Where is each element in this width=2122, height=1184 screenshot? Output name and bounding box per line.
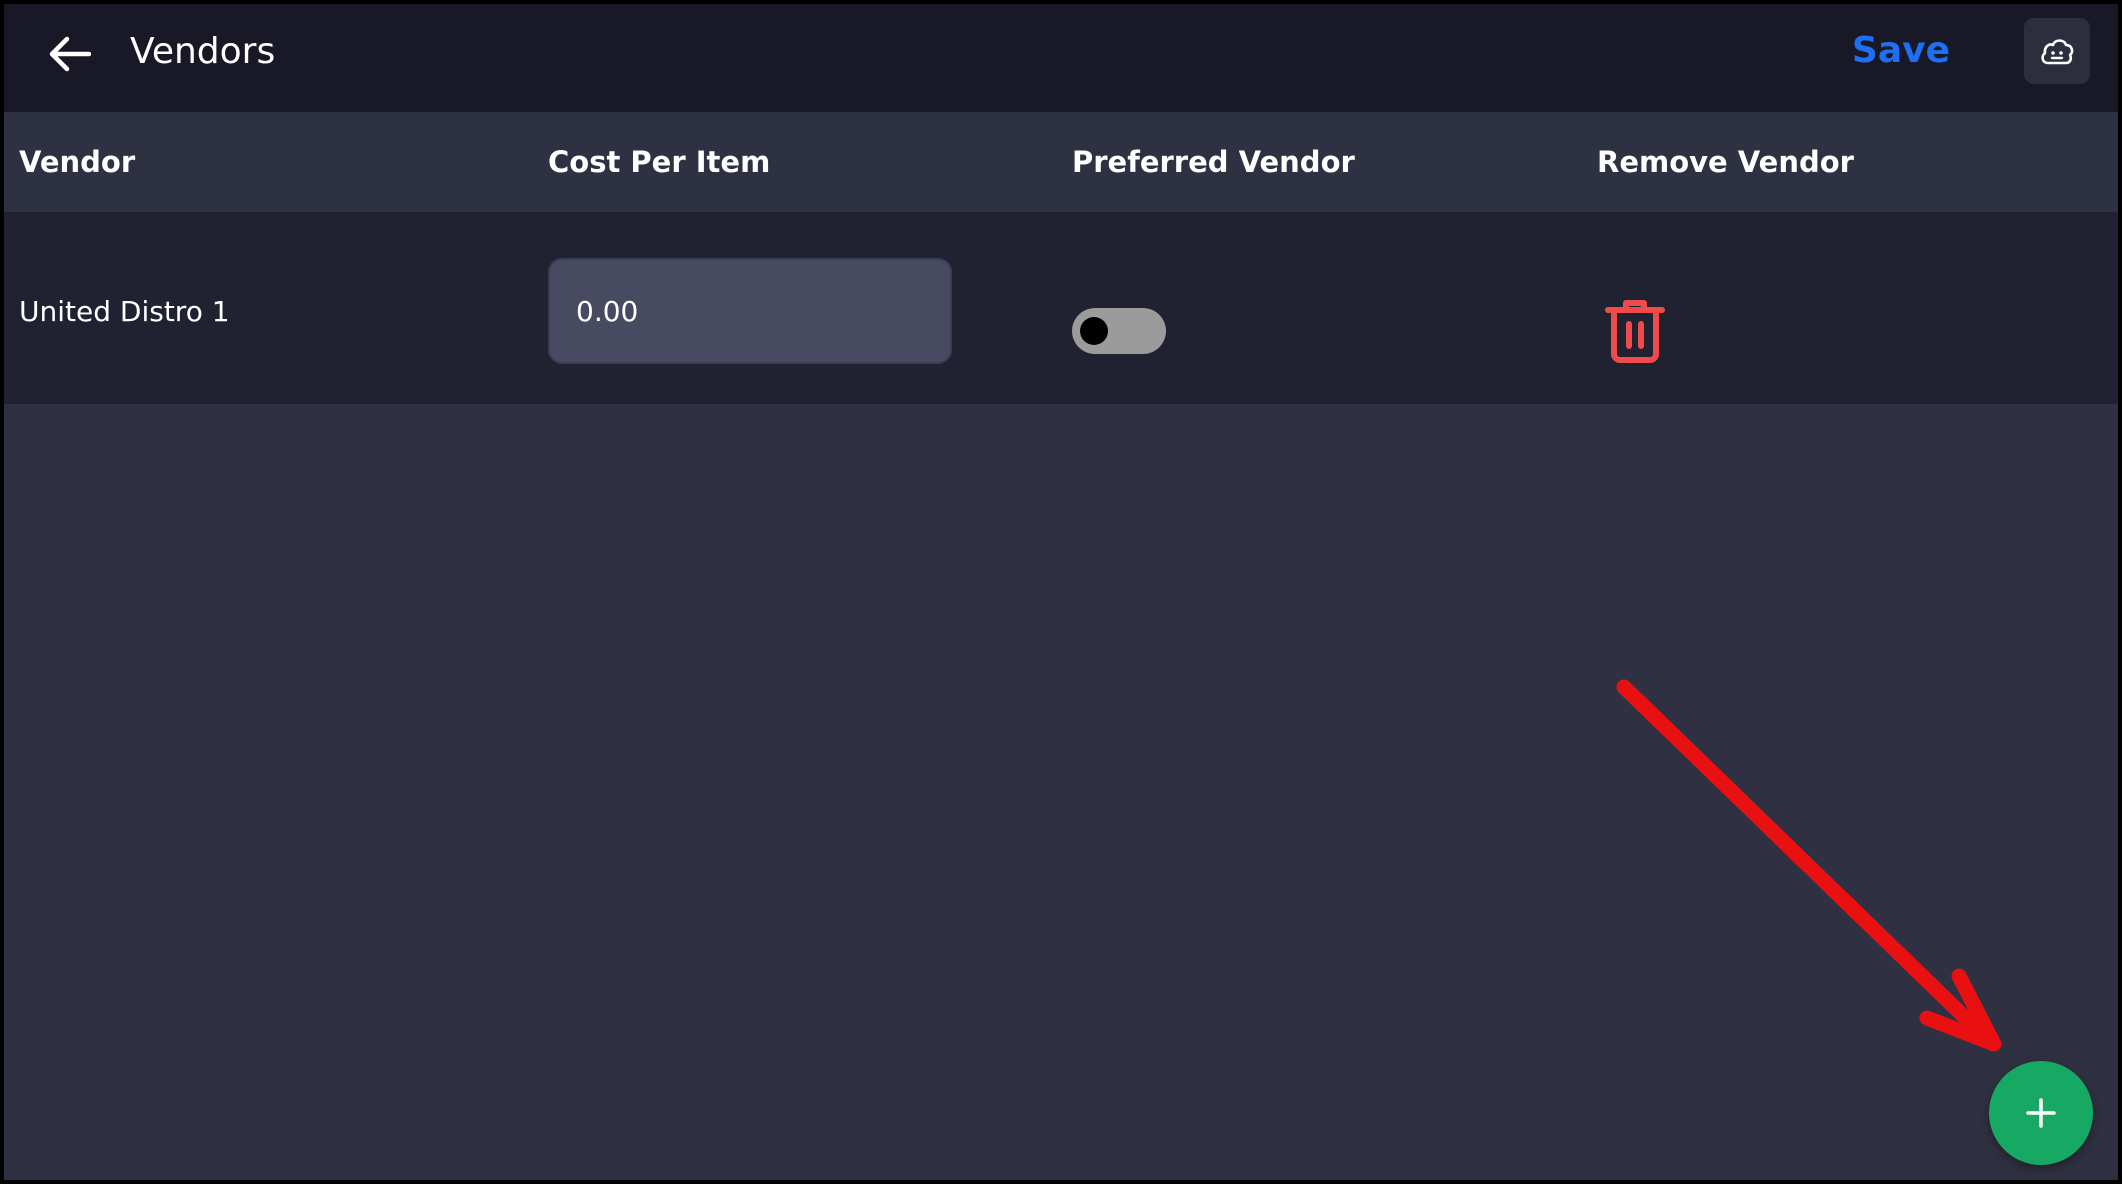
column-header-vendor: Vendor [19, 145, 136, 179]
table-header: Vendor Cost Per Item Preferred Vendor Re… [4, 112, 2118, 212]
table-row: United Distro 1 [4, 212, 2118, 404]
save-button[interactable]: Save [1852, 29, 1950, 73]
back-button[interactable] [42, 24, 98, 84]
arrow-left-icon [49, 36, 91, 72]
column-header-remove: Remove Vendor [1597, 145, 1854, 179]
vendor-name: United Distro 1 [19, 295, 230, 328]
cost-per-item-input[interactable] [548, 258, 952, 364]
remove-vendor-button[interactable] [1600, 294, 1670, 368]
column-header-cost: Cost Per Item [548, 145, 771, 179]
trash-icon [1605, 300, 1665, 363]
cloud-button[interactable] [2024, 18, 2090, 84]
page-title: Vendors [130, 31, 276, 72]
plus-icon [2026, 1098, 2056, 1128]
top-bar: Vendors Save [4, 4, 2118, 112]
cloud-icon [2041, 39, 2074, 65]
add-vendor-button[interactable] [1989, 1061, 2093, 1165]
column-header-preferred: Preferred Vendor [1072, 145, 1355, 179]
app-frame: Vendors Save Vendor Cost Per Item Prefer… [0, 0, 2122, 1184]
toggle-knob [1080, 317, 1108, 345]
preferred-vendor-toggle[interactable] [1072, 308, 1166, 354]
